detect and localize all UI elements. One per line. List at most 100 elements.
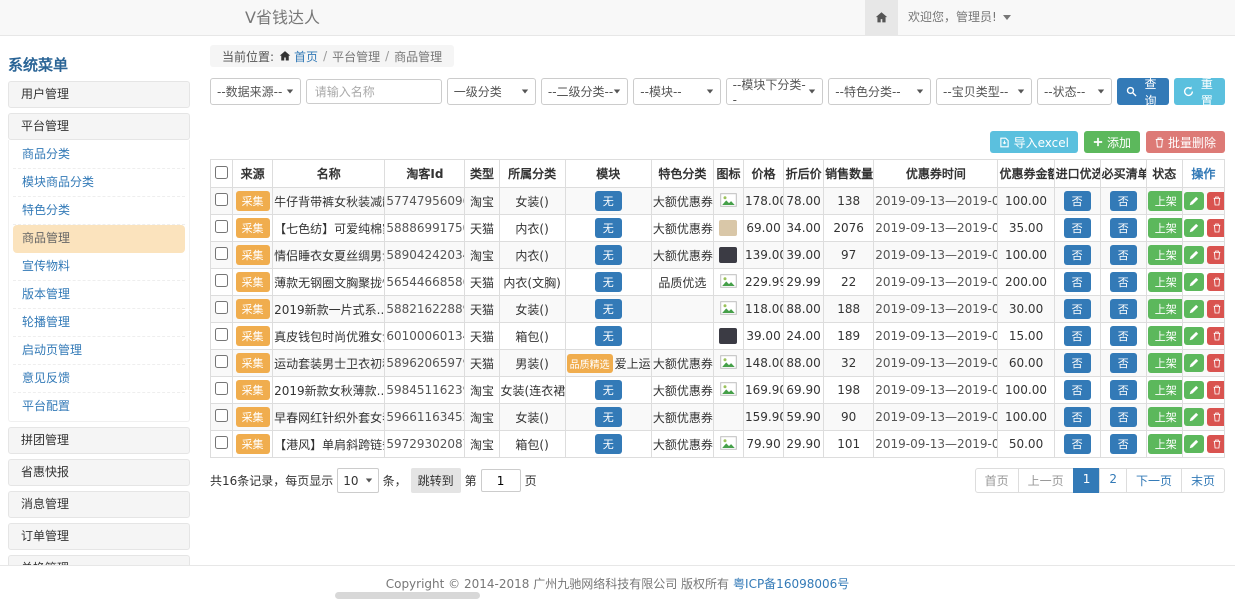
pager-item[interactable]: 末页 — [1181, 468, 1225, 493]
edit-button[interactable] — [1184, 354, 1204, 372]
must-buy-button[interactable]: 否 — [1110, 218, 1137, 238]
must-buy-button[interactable]: 否 — [1110, 434, 1137, 454]
pager-item[interactable]: 上一页 — [1018, 468, 1074, 493]
edit-button[interactable] — [1184, 381, 1204, 399]
must-buy-button[interactable]: 否 — [1110, 326, 1137, 346]
import-select-button[interactable]: 否 — [1064, 353, 1091, 373]
delete-button[interactable] — [1207, 300, 1225, 318]
icp-link[interactable]: 粤ICP备16098006号 — [733, 575, 849, 592]
module-select[interactable]: --模块-- — [633, 78, 720, 105]
import-select-button[interactable]: 否 — [1064, 245, 1091, 265]
import-excel-button[interactable]: 导入excel — [990, 131, 1078, 153]
row-checkbox[interactable] — [215, 193, 228, 206]
edit-button[interactable] — [1184, 273, 1204, 291]
import-select-button[interactable]: 否 — [1064, 299, 1091, 319]
delete-button[interactable] — [1207, 354, 1225, 372]
pager-item[interactable]: 1 — [1073, 468, 1101, 493]
sidebar-item[interactable]: 意见反馈 — [13, 365, 185, 393]
batch-delete-button[interactable]: 批量删除 — [1146, 131, 1225, 153]
status-button[interactable]: 上架 — [1148, 407, 1183, 427]
delete-button[interactable] — [1207, 327, 1225, 345]
module-badge[interactable]: 无 — [595, 191, 622, 211]
sidebar-group[interactable]: 平台管理 — [8, 113, 190, 140]
row-checkbox[interactable] — [215, 274, 228, 287]
delete-button[interactable] — [1207, 435, 1225, 453]
edit-button[interactable] — [1184, 300, 1204, 318]
row-checkbox[interactable] — [215, 355, 228, 368]
pager-item[interactable]: 2 — [1099, 468, 1127, 493]
pager-item[interactable]: 下一页 — [1126, 468, 1182, 493]
sidebar-item[interactable]: 轮播管理 — [13, 309, 185, 337]
home-nav-button[interactable] — [865, 0, 898, 35]
must-buy-button[interactable]: 否 — [1110, 191, 1137, 211]
status-button[interactable]: 上架 — [1148, 299, 1183, 319]
pager-item[interactable]: 首页 — [975, 468, 1019, 493]
must-buy-button[interactable]: 否 — [1110, 299, 1137, 319]
sidebar-item[interactable]: 商品分类 — [13, 141, 185, 169]
breadcrumb-home-link[interactable]: 首页 — [279, 48, 318, 65]
edit-button[interactable] — [1184, 246, 1204, 264]
delete-button[interactable] — [1207, 246, 1225, 264]
delete-button[interactable] — [1207, 192, 1225, 210]
must-buy-button[interactable]: 否 — [1110, 380, 1137, 400]
module-badge[interactable]: 无 — [595, 299, 622, 319]
status-button[interactable]: 上架 — [1148, 218, 1183, 238]
sidebar-group[interactable]: 拼团管理 — [8, 427, 190, 454]
import-select-button[interactable]: 否 — [1064, 380, 1091, 400]
status-button[interactable]: 上架 — [1148, 434, 1183, 454]
status-button[interactable]: 上架 — [1148, 272, 1183, 292]
row-checkbox[interactable] — [215, 409, 228, 422]
module-badge[interactable]: 无 — [595, 434, 622, 454]
must-buy-button[interactable]: 否 — [1110, 245, 1137, 265]
row-checkbox[interactable] — [215, 247, 228, 260]
module-badge[interactable]: 无 — [595, 272, 622, 292]
jump-button[interactable]: 跳转到 — [411, 468, 461, 493]
import-select-button[interactable]: 否 — [1064, 272, 1091, 292]
sidebar-group[interactable]: 消息管理 — [8, 491, 190, 518]
status-button[interactable]: 上架 — [1148, 353, 1183, 373]
edit-button[interactable] — [1184, 219, 1204, 237]
module-badge[interactable]: 无 — [595, 407, 622, 427]
import-select-button[interactable]: 否 — [1064, 191, 1091, 211]
edit-button[interactable] — [1184, 192, 1204, 210]
import-select-button[interactable]: 否 — [1064, 434, 1091, 454]
category-l2-select[interactable]: --二级分类-- — [541, 78, 628, 105]
name-input[interactable] — [306, 79, 442, 104]
category-l1-select[interactable]: 一级分类 — [447, 78, 536, 105]
delete-button[interactable] — [1207, 381, 1225, 399]
row-checkbox[interactable] — [215, 436, 228, 449]
import-select-button[interactable]: 否 — [1064, 326, 1091, 346]
sidebar-item[interactable]: 启动页管理 — [13, 337, 185, 365]
sidebar-item[interactable]: 平台配置 — [13, 393, 185, 420]
row-checkbox[interactable] — [215, 220, 228, 233]
import-select-button[interactable]: 否 — [1064, 407, 1091, 427]
special-category-select[interactable]: --特色分类-- — [828, 78, 931, 105]
horizontal-scrollbar-thumb[interactable] — [335, 592, 480, 599]
edit-button[interactable] — [1184, 408, 1204, 426]
jump-page-input[interactable] — [481, 469, 521, 492]
status-button[interactable]: 上架 — [1148, 191, 1183, 211]
delete-button[interactable] — [1207, 408, 1225, 426]
must-buy-button[interactable]: 否 — [1110, 353, 1137, 373]
import-select-button[interactable]: 否 — [1064, 218, 1091, 238]
must-buy-button[interactable]: 否 — [1110, 272, 1137, 292]
module-badge[interactable]: 品质精选 — [567, 354, 613, 373]
module-badge[interactable]: 无 — [595, 326, 622, 346]
page-size-select[interactable]: 10 — [337, 468, 378, 493]
sidebar-item[interactable]: 宣传物料 — [13, 253, 185, 281]
sidebar-item[interactable]: 特色分类 — [13, 197, 185, 225]
row-checkbox[interactable] — [215, 328, 228, 341]
row-checkbox[interactable] — [215, 301, 228, 314]
sidebar-group[interactable]: 订单管理 — [8, 523, 190, 550]
module-badge[interactable]: 无 — [595, 380, 622, 400]
module-badge[interactable]: 无 — [595, 218, 622, 238]
module-sub-select[interactable]: --模块下分类-- — [726, 78, 824, 105]
status-select[interactable]: --状态-- — [1037, 78, 1112, 105]
status-button[interactable]: 上架 — [1148, 380, 1183, 400]
row-checkbox[interactable] — [215, 382, 228, 395]
data-source-select[interactable]: --数据来源-- — [210, 78, 301, 105]
module-badge[interactable]: 无 — [595, 245, 622, 265]
sidebar-group[interactable]: 省惠快报 — [8, 459, 190, 486]
delete-button[interactable] — [1207, 273, 1225, 291]
sidebar-item[interactable]: 版本管理 — [13, 281, 185, 309]
